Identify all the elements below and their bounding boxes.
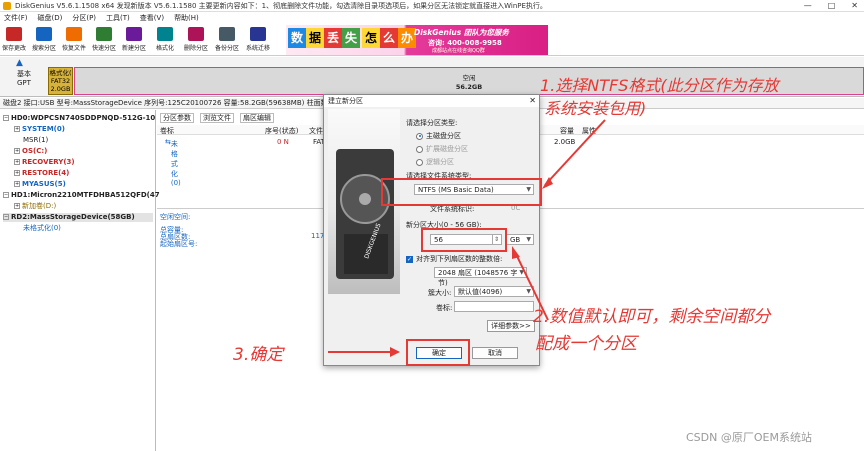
annotation-step1-line2: 系统安装包用) [544,99,647,118]
annotation-step2-line2: 配成一个分区 [535,334,637,354]
annotation-step1-line1: 1.选择NTFS格式(此分区作为存放 [540,76,779,95]
arrow-head-icon [512,246,520,259]
annotation-step3: 3.确定 [233,345,284,365]
watermark: CSDN @原厂OEM系统站 [686,431,812,444]
arrow-step1 [544,119,606,186]
annotation-step2-line1: 2.数值默认即可，剩余空间都分 [533,307,771,327]
annotation-arrows [328,119,606,357]
arrow-head-icon [390,347,400,357]
